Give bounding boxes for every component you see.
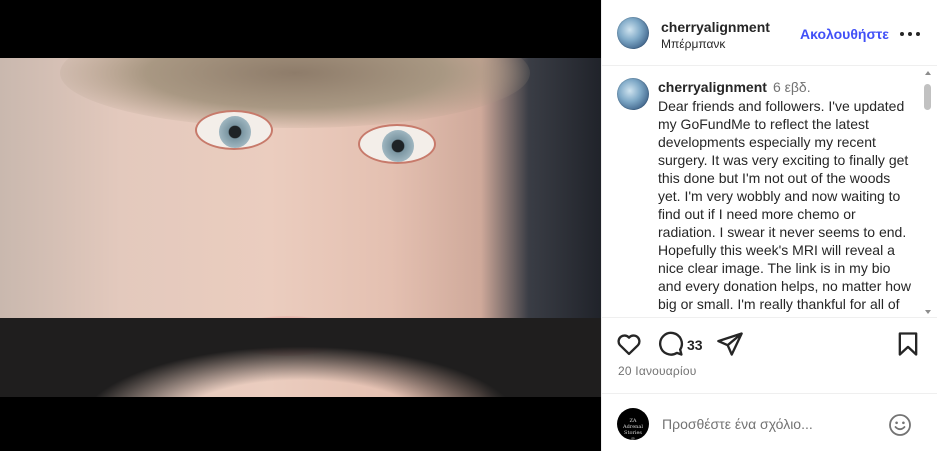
post-header: cherryalignment Μπέρμπανκ Ακολουθήστε	[602, 0, 937, 66]
author-avatar[interactable]	[617, 17, 649, 49]
follow-button[interactable]: Ακολουθήστε	[800, 26, 889, 42]
photo-eye-right	[358, 124, 436, 164]
photo-hair	[60, 58, 530, 128]
post-photo	[0, 58, 601, 397]
photo-eye-left	[195, 110, 273, 150]
comment-bubble-icon[interactable]	[656, 330, 684, 358]
action-bar: 33	[602, 330, 937, 360]
smiley-icon[interactable]	[888, 413, 912, 437]
post-date[interactable]: 20 Ιανουαρίου	[618, 364, 696, 378]
scroll-up-arrow-icon[interactable]	[925, 71, 931, 75]
caption-header: cherryalignment 6 εβδ.	[658, 79, 811, 95]
caption-scrollbar[interactable]	[922, 68, 934, 317]
caption-username[interactable]: cherryalignment	[658, 79, 767, 95]
author-username[interactable]: cherryalignment	[661, 19, 770, 35]
comment-count: 33	[687, 337, 703, 353]
caption-section: cherryalignment 6 εβδ. Dear friends and f…	[602, 66, 937, 318]
post-media[interactable]	[0, 0, 601, 451]
caption-text: Dear friends and followers. I've updated…	[658, 98, 911, 317]
comment-input[interactable]	[662, 414, 872, 434]
post-time-ago[interactable]: 6 εβδ.	[773, 79, 811, 95]
caption-author-avatar[interactable]	[617, 78, 649, 110]
heart-icon[interactable]	[615, 330, 643, 358]
bookmark-icon[interactable]	[894, 330, 922, 358]
paper-plane-icon[interactable]	[716, 330, 744, 358]
current-user-avatar: ZA Adrenal Stories ∞	[617, 408, 649, 440]
scroll-down-arrow-icon[interactable]	[925, 310, 931, 314]
comment-bar: ZA Adrenal Stories ∞	[602, 393, 937, 451]
post-sidebar: cherryalignment Μπέρμπανκ Ακολουθήστε ch…	[601, 0, 937, 451]
photo-collar	[0, 318, 601, 397]
post-location[interactable]: Μπέρμπανκ	[661, 37, 725, 51]
more-options-icon[interactable]	[898, 24, 922, 44]
scroll-thumb[interactable]	[924, 84, 931, 110]
